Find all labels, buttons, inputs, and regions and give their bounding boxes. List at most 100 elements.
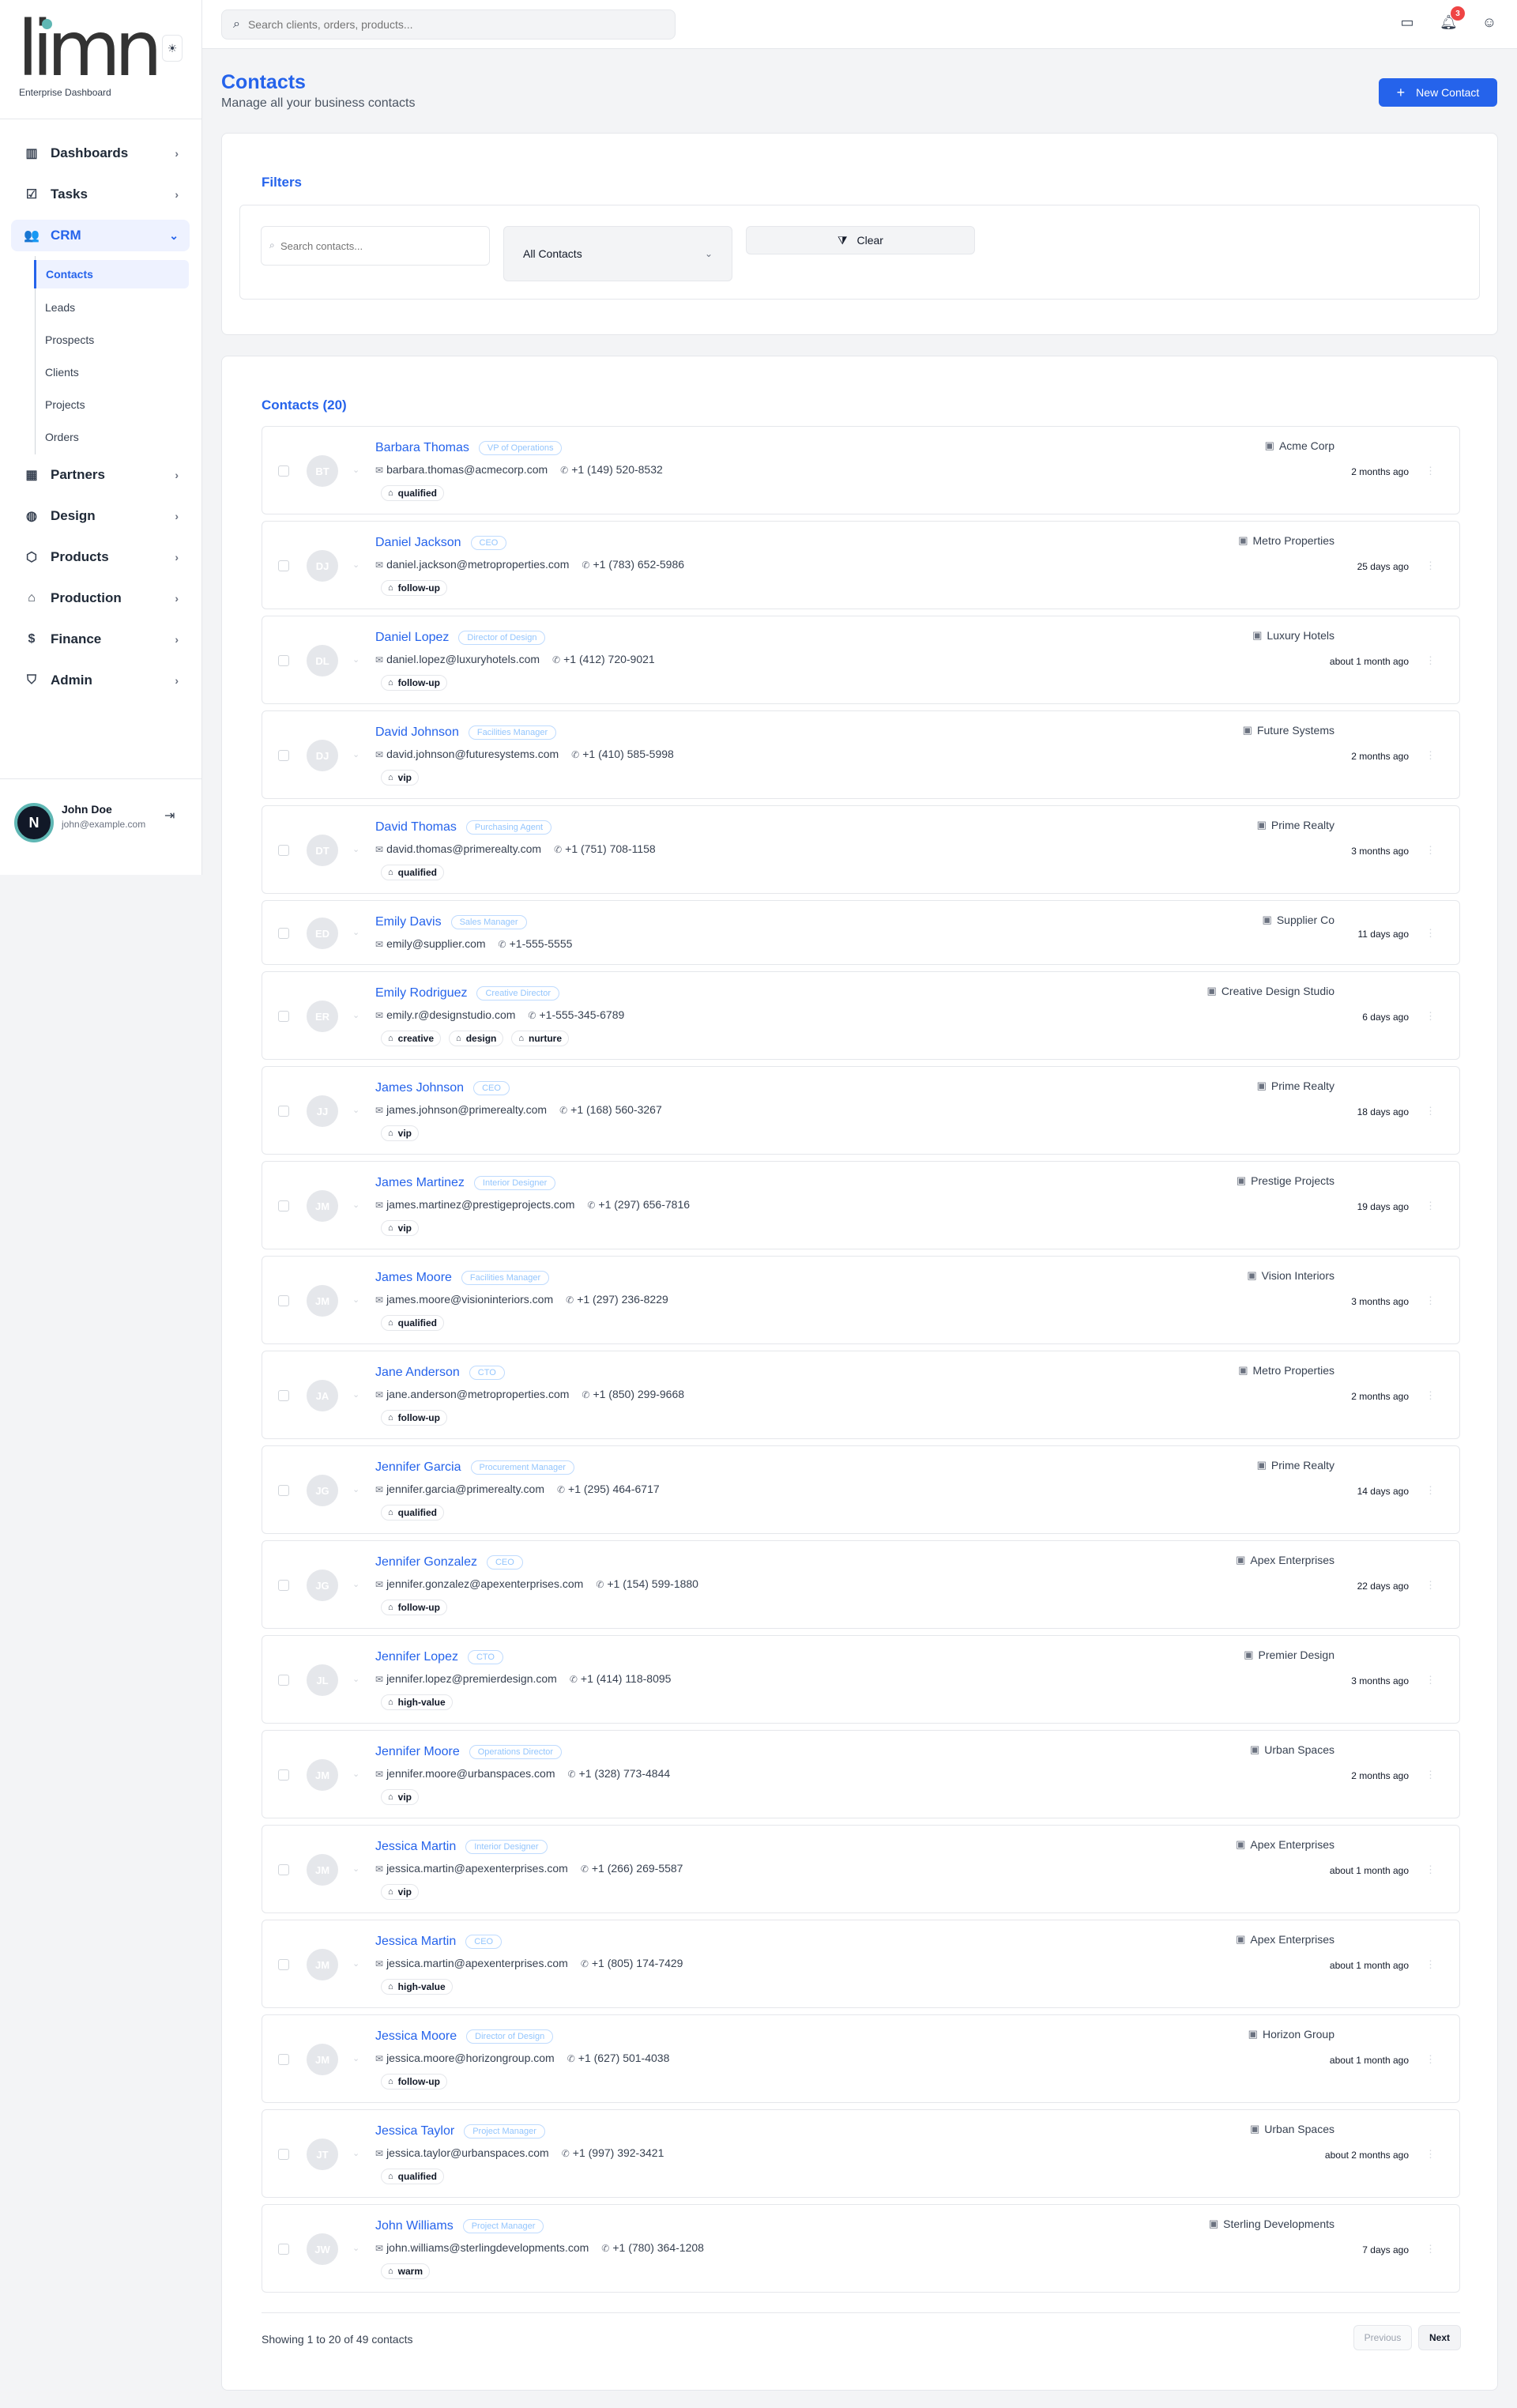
contact-email[interactable]: jennifer.lopez@premierdesign.com <box>386 1672 557 1685</box>
contact-email[interactable]: james.johnson@primerealty.com <box>386 1103 547 1116</box>
contact-email[interactable]: jessica.martin@apexenterprises.com <box>386 1957 568 1969</box>
row-checkbox[interactable] <box>278 2054 289 2065</box>
theme-toggle-button[interactable]: ☀ <box>162 35 183 62</box>
contact-email[interactable]: john.williams@sterlingdevelopments.com <box>386 2241 589 2254</box>
row-checkbox[interactable] <box>278 2149 289 2160</box>
chevron-down-icon[interactable]: ⌄ <box>352 1769 359 1779</box>
contact-row[interactable]: DL ⌄ Daniel Lopez Director of Design ✉ dan… <box>262 616 1460 704</box>
contact-row[interactable]: BT ⌄ Barbara Thomas VP of Operations ✉ bar… <box>262 426 1460 514</box>
more-options-icon[interactable]: ⋮ <box>1425 1863 1436 1876</box>
row-checkbox[interactable] <box>278 1485 289 1496</box>
sidebar-item-admin[interactable]: ⛉ Admin › <box>11 660 190 701</box>
contact-email[interactable]: daniel.lopez@luxuryhotels.com <box>386 653 540 665</box>
new-contact-button[interactable]: + New Contact <box>1379 78 1497 107</box>
contact-name[interactable]: James Moore <box>375 1271 452 1285</box>
chevron-down-icon[interactable]: ⌄ <box>352 1294 359 1305</box>
more-options-icon[interactable]: ⋮ <box>1425 927 1436 940</box>
contact-email[interactable]: jessica.martin@apexenterprises.com <box>386 1862 568 1875</box>
contact-phone[interactable]: +1-555-5555 <box>510 937 573 950</box>
contact-phone[interactable]: +1 (266) 269-5587 <box>592 1862 683 1875</box>
contact-name[interactable]: Emily Davis <box>375 915 442 929</box>
chevron-down-icon[interactable]: ⌄ <box>352 2243 359 2253</box>
chevron-down-icon[interactable]: ⌄ <box>352 1484 359 1494</box>
row-checkbox[interactable] <box>278 2244 289 2255</box>
contact-row[interactable]: JM ⌄ James Moore Facilities Manager ✉ jame… <box>262 1256 1460 1344</box>
chevron-down-icon[interactable]: ⌄ <box>352 2148 359 2158</box>
contact-phone[interactable]: +1 (414) 118-8095 <box>581 1672 672 1685</box>
contact-row[interactable]: JM ⌄ Jessica Martin CEO ✉ jessica.martin@a… <box>262 1920 1460 2008</box>
contact-email[interactable]: james.moore@visioninteriors.com <box>386 1293 553 1306</box>
row-checkbox[interactable] <box>278 465 289 477</box>
contact-phone[interactable]: +1 (154) 599-1880 <box>607 1577 698 1590</box>
logo[interactable]: limn Enterprise Dashboard <box>17 11 183 103</box>
row-checkbox[interactable] <box>278 560 289 571</box>
contact-email[interactable]: jennifer.moore@urbanspaces.com <box>386 1767 555 1780</box>
more-options-icon[interactable]: ⋮ <box>1425 1958 1436 1971</box>
contact-row[interactable]: JG ⌄ Jennifer Garcia Procurement Manager … <box>262 1445 1460 1534</box>
chevron-down-icon[interactable]: ⌄ <box>352 1010 359 1020</box>
contact-phone[interactable]: +1 (297) 236-8229 <box>577 1293 668 1306</box>
contact-row[interactable]: JM ⌄ James Martinez Interior Designer ✉ ja… <box>262 1161 1460 1249</box>
sidebar-item-partners[interactable]: ▦ Partners › <box>11 454 190 496</box>
sidebar-subitem-prospects[interactable]: Prospects <box>36 323 190 356</box>
contact-phone[interactable]: +1 (410) 585-5998 <box>582 748 674 760</box>
contact-phone[interactable]: +1 (805) 174-7429 <box>592 1957 683 1969</box>
more-options-icon[interactable]: ⋮ <box>1425 560 1436 572</box>
row-checkbox[interactable] <box>278 1675 289 1686</box>
contact-phone[interactable]: +1 (997) 392-3421 <box>573 2146 664 2159</box>
contact-row[interactable]: DJ ⌄ Daniel Jackson CEO ✉ daniel.jackson@m… <box>262 521 1460 609</box>
contact-name[interactable]: Jennifer Lopez <box>375 1650 458 1664</box>
chevron-down-icon[interactable]: ⌄ <box>352 1389 359 1400</box>
contact-phone[interactable]: +1 (295) 464-6717 <box>568 1483 660 1495</box>
contact-email[interactable]: jessica.taylor@urbanspaces.com <box>386 2146 549 2159</box>
more-options-icon[interactable]: ⋮ <box>1425 2148 1436 2161</box>
contact-phone[interactable]: +1 (297) 656-7816 <box>598 1198 690 1211</box>
contact-phone[interactable]: +1 (780) 364-1208 <box>612 2241 704 2254</box>
contact-row[interactable]: JW ⌄ John Williams Project Manager ✉ john.… <box>262 2204 1460 2293</box>
more-options-icon[interactable]: ⋮ <box>1425 1674 1436 1686</box>
contact-phone[interactable]: +1 (627) 501-4038 <box>578 2052 670 2064</box>
sidebar-item-dashboards[interactable]: ▥ Dashboards › <box>11 133 190 174</box>
contact-email[interactable]: emily@supplier.com <box>386 937 485 950</box>
more-options-icon[interactable]: ⋮ <box>1425 2243 1436 2255</box>
chevron-down-icon[interactable]: ⌄ <box>352 927 359 937</box>
more-options-icon[interactable]: ⋮ <box>1425 465 1436 477</box>
chevron-down-icon[interactable]: ⌄ <box>352 1105 359 1115</box>
chevron-down-icon[interactable]: ⌄ <box>352 560 359 570</box>
contact-phone[interactable]: +1-555-345-6789 <box>539 1008 624 1021</box>
row-checkbox[interactable] <box>278 1295 289 1306</box>
contact-row[interactable]: ER ⌄ Emily Rodriguez Creative Director ✉ e… <box>262 971 1460 1060</box>
contact-name[interactable]: David Thomas <box>375 820 457 835</box>
contact-name[interactable]: Jennifer Moore <box>375 1745 460 1759</box>
more-options-icon[interactable]: ⋮ <box>1425 2053 1436 2066</box>
contact-email[interactable]: jennifer.garcia@primerealty.com <box>386 1483 544 1495</box>
row-checkbox[interactable] <box>278 1011 289 1022</box>
sidebar-subitem-projects[interactable]: Projects <box>36 388 190 420</box>
chevron-down-icon[interactable]: ⌄ <box>352 749 359 759</box>
sidebar-item-products[interactable]: ⬡ Products › <box>11 537 190 578</box>
contact-name[interactable]: Jane Anderson <box>375 1366 460 1380</box>
chevron-down-icon[interactable]: ⌄ <box>352 1674 359 1684</box>
contact-email[interactable]: david.johnson@futuresystems.com <box>386 748 559 760</box>
avatar[interactable]: N <box>14 803 54 842</box>
contact-name[interactable]: Jessica Taylor <box>375 2124 454 2139</box>
previous-page-button[interactable]: Previous <box>1353 2325 1412 2350</box>
contact-phone[interactable]: +1 (149) 520-8532 <box>571 463 663 476</box>
contact-phone[interactable]: +1 (751) 708-1158 <box>565 842 656 855</box>
contact-name[interactable]: Jessica Moore <box>375 2029 457 2044</box>
more-options-icon[interactable]: ⋮ <box>1425 1200 1436 1212</box>
row-checkbox[interactable] <box>278 928 289 939</box>
contact-email[interactable]: jessica.moore@horizongroup.com <box>386 2052 555 2064</box>
global-search[interactable]: ⌕ <box>221 9 676 40</box>
user-icon[interactable]: ☺ <box>1481 14 1498 31</box>
sidebar-subitem-orders[interactable]: Orders <box>36 420 190 453</box>
more-options-icon[interactable]: ⋮ <box>1425 1010 1436 1023</box>
contact-name[interactable]: Barbara Thomas <box>375 441 469 455</box>
contact-name[interactable]: Jessica Martin <box>375 1935 456 1949</box>
chevron-down-icon[interactable]: ⌄ <box>352 2053 359 2063</box>
sidebar-item-tasks[interactable]: ☑ Tasks › <box>11 174 190 215</box>
contact-phone[interactable]: +1 (168) 560-3267 <box>570 1103 662 1116</box>
contact-phone[interactable]: +1 (412) 720-9021 <box>563 653 655 665</box>
contact-phone[interactable]: +1 (850) 299-9668 <box>593 1388 684 1400</box>
contact-name[interactable]: Jennifer Gonzalez <box>375 1555 477 1570</box>
